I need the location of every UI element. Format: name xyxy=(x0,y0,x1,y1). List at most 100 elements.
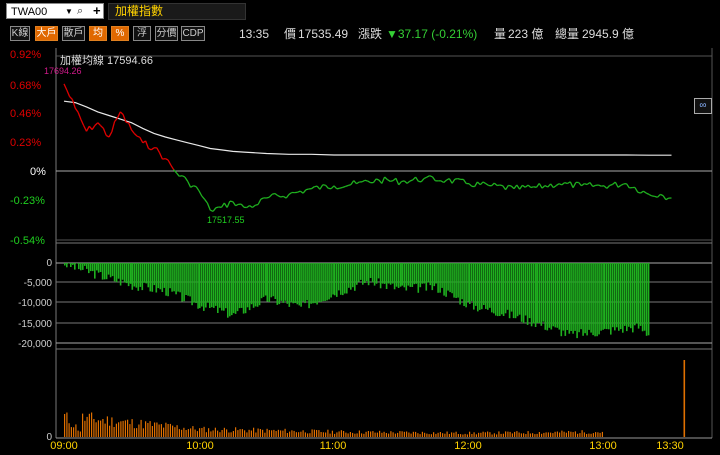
price-segment xyxy=(550,183,554,188)
volume-bar xyxy=(102,419,104,437)
volume-bar xyxy=(507,431,509,437)
net-flow-bar xyxy=(356,263,358,285)
net-flow-bar xyxy=(207,263,209,303)
kline-button[interactable]: K線 xyxy=(10,26,30,41)
volume-bar xyxy=(174,427,176,437)
net-flow-bar xyxy=(284,263,287,301)
volume-bar xyxy=(444,433,446,437)
net-flow-bar xyxy=(320,263,322,302)
net-flow-bar xyxy=(326,263,328,301)
net-flow-bar xyxy=(524,263,527,316)
net-flow-bar xyxy=(70,263,72,267)
net-flow-bar xyxy=(600,263,602,331)
net-flow-bar xyxy=(514,263,517,319)
time-tick-5: 13:30 xyxy=(656,440,684,452)
net-flow-bar xyxy=(616,263,618,328)
price-segment xyxy=(119,111,124,115)
price-segment xyxy=(198,190,203,197)
plus-icon[interactable]: + xyxy=(93,3,101,19)
net-flow-bar xyxy=(530,263,533,327)
percent-toggle-button[interactable]: % xyxy=(111,26,129,41)
price-segment xyxy=(384,176,388,181)
volume-bar xyxy=(273,429,275,437)
volume-bar xyxy=(347,433,349,437)
net-flow-bar xyxy=(610,263,612,335)
net-flow-bar xyxy=(471,263,473,302)
volume-bar xyxy=(374,432,376,437)
net-flow-bar xyxy=(314,263,316,304)
price-segment xyxy=(144,140,150,149)
price-distribution-button[interactable]: 分價 xyxy=(155,26,178,41)
cdp-button[interactable]: CDP xyxy=(181,26,205,41)
symbol-selector[interactable]: TWA00 ▼ ⌕ + xyxy=(6,3,104,19)
volume-bar xyxy=(192,426,194,437)
volume-bar xyxy=(309,433,311,437)
symbol-text: TWA00 xyxy=(11,6,48,18)
net-flow-bar xyxy=(286,263,289,304)
price-segment xyxy=(524,184,529,188)
volume-bar xyxy=(129,424,131,437)
pct-tick-2: 0.46% xyxy=(10,108,41,120)
volume-bar xyxy=(93,419,95,437)
price-segment xyxy=(578,182,582,187)
volume-bar xyxy=(185,430,187,437)
price-segment xyxy=(519,184,523,190)
price-segment xyxy=(401,180,405,183)
net-flow-bar xyxy=(348,263,350,288)
link-icon[interactable]: ∞ xyxy=(694,98,712,114)
volume-bar xyxy=(196,431,198,437)
net-flow-bar xyxy=(592,263,594,336)
mid-tick-3: -15,000 xyxy=(18,319,52,330)
big-investor-button[interactable]: 大戶 xyxy=(35,26,58,41)
change-value: ▼37.17 (-0.21%) xyxy=(386,27,478,41)
price-segment xyxy=(91,125,96,130)
volume-bar xyxy=(547,432,549,437)
volume-bar xyxy=(487,431,489,437)
net-flow-bar xyxy=(109,263,112,278)
volume-bar xyxy=(352,432,354,437)
net-flow-bar xyxy=(250,263,253,305)
volume-bar xyxy=(237,430,239,437)
volume-bar xyxy=(203,426,205,437)
price-segment xyxy=(150,147,155,151)
volume-bar xyxy=(520,433,522,437)
net-flow-bar xyxy=(499,263,501,316)
net-flow-bar xyxy=(82,263,84,270)
volume-bar xyxy=(145,421,147,437)
net-flow-bar xyxy=(506,263,509,310)
net-flow-bar xyxy=(145,263,148,284)
volume-bar xyxy=(363,433,365,437)
net-flow-bar xyxy=(159,263,162,290)
volume-bar xyxy=(455,431,457,437)
net-flow-bar xyxy=(510,263,513,312)
net-flow-bar xyxy=(292,263,295,304)
retail-investor-button[interactable]: 散戶 xyxy=(62,26,85,41)
net-flow-bar xyxy=(151,263,154,292)
time-tick-4: 13:00 xyxy=(589,440,617,452)
net-flow-bar xyxy=(302,263,304,302)
search-icon[interactable]: ⌕ xyxy=(77,4,83,18)
price-segment xyxy=(440,180,445,184)
net-flow-bar xyxy=(300,263,302,307)
price-segment xyxy=(333,185,338,190)
net-flow-bar xyxy=(225,263,227,309)
price-segment xyxy=(175,172,180,177)
volume-bar xyxy=(401,431,403,437)
volume-bar xyxy=(356,433,358,437)
net-flow-bar xyxy=(552,263,555,327)
volume-bar xyxy=(475,434,477,437)
net-flow-bar xyxy=(328,263,330,300)
net-flow-bar xyxy=(262,263,265,297)
average-toggle-button[interactable]: 均 xyxy=(89,26,107,41)
volume-bar xyxy=(64,414,66,437)
net-flow-bar xyxy=(78,263,80,270)
volume-bar xyxy=(345,432,347,437)
chevron-down-icon[interactable]: ▼ xyxy=(65,5,73,19)
float-button[interactable]: 浮 xyxy=(133,26,151,41)
volume-label: 量 xyxy=(494,27,507,41)
net-flow-bar xyxy=(391,263,394,284)
net-flow-bar xyxy=(86,263,88,269)
net-flow-bar xyxy=(518,263,521,315)
volume-bar xyxy=(588,433,590,437)
net-flow-bar xyxy=(449,263,451,293)
